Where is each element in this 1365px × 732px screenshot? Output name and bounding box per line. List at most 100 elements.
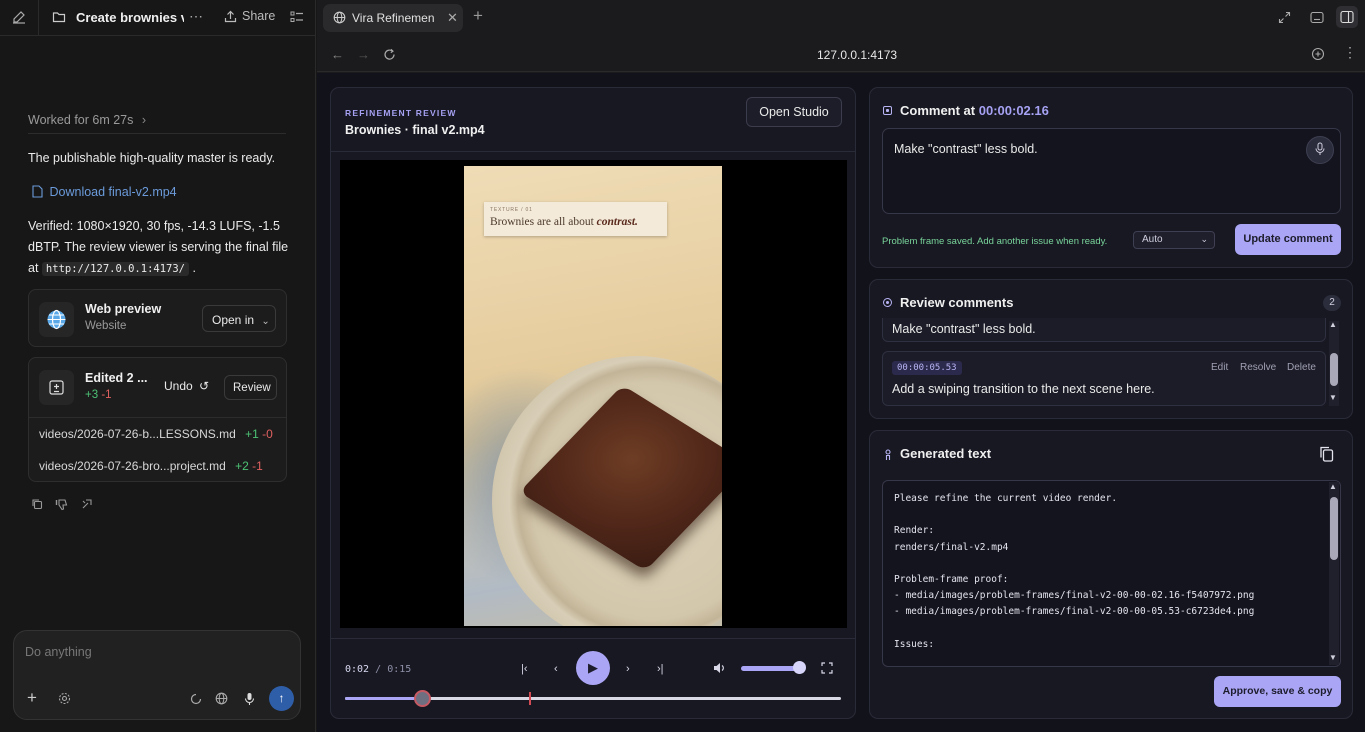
verified-end: . [192, 261, 196, 275]
delete-button[interactable]: Delete [1287, 362, 1316, 373]
comment-text: Make "contrast" less bold. [894, 142, 1038, 156]
comment-item-text: Add a swiping transition to the next sce… [892, 382, 1155, 396]
settings-icon[interactable] [58, 692, 71, 708]
person-icon [883, 449, 893, 464]
scrollbar-thumb[interactable] [1330, 353, 1338, 386]
panel-bottom-icon[interactable] [1310, 11, 1324, 27]
divider [331, 151, 855, 152]
comment-title: Comment at 00:00:02.16 [900, 103, 1049, 118]
navigation-bar: ← → 127.0.0.1:4173 ⋮ [317, 36, 1365, 72]
sidebar-toggle-icon[interactable] [1336, 6, 1358, 28]
globe-icon[interactable] [215, 692, 228, 708]
composer-input[interactable]: Do anything [25, 645, 92, 659]
tab-bar: Vira Refinement ✕ + [317, 0, 1365, 36]
open-in-label: Open in [212, 313, 255, 327]
video-stage[interactable]: TEXTURE / 01 Brownies are all about cont… [340, 160, 847, 628]
time-total: 0:15 [387, 664, 412, 675]
web-preview-card[interactable]: Web preview Website Open in ⌄ [28, 289, 287, 347]
edited-files-card: Edited 2 ... +3 -1 Undo ↺ Review videos/… [28, 357, 287, 482]
skip-end-icon[interactable]: ›| [657, 663, 664, 675]
open-in-button[interactable]: Open in ⌄ [202, 305, 276, 332]
globe-icon [39, 302, 74, 337]
edit-button[interactable]: Edit [1211, 362, 1228, 373]
lines-removed: -1 [252, 459, 263, 473]
scroll-down-icon[interactable]: ▼ [1329, 653, 1337, 662]
scroll-up-icon[interactable]: ▲ [1329, 482, 1337, 491]
time-current: 0:02 [345, 664, 370, 675]
plus-icon[interactable]: + [27, 689, 37, 706]
chevron-down-icon: ⌄ [261, 316, 270, 327]
reload-icon[interactable] [383, 48, 396, 64]
open-studio-button[interactable]: Open Studio [746, 97, 842, 127]
undo-button[interactable]: Undo ↺ [164, 379, 209, 393]
thumbs-down-icon[interactable] [55, 498, 68, 514]
task-list-icon[interactable] [290, 10, 304, 27]
folder-icon [52, 10, 66, 27]
forward-arrow-icon[interactable]: → [357, 48, 370, 62]
update-comment-button[interactable]: Update comment [1235, 224, 1341, 255]
close-icon[interactable]: ✕ [447, 10, 458, 26]
chat-composer[interactable]: Do anything + ↑ [13, 630, 301, 720]
diff-icon [39, 370, 74, 405]
copy-icon[interactable] [31, 498, 43, 513]
worked-duration[interactable]: Worked for 6m 27s › [28, 113, 146, 127]
volume-icon[interactable] [713, 662, 726, 677]
expand-icon[interactable] [1278, 11, 1291, 27]
new-tab-icon[interactable]: + [473, 6, 483, 26]
file-icon [32, 185, 43, 201]
frame-caption-emph: contrast. [596, 216, 638, 228]
comment-item-timestamp[interactable]: 00:00:05.53 [892, 361, 962, 375]
microphone-icon[interactable] [244, 692, 255, 709]
comment-timestamp: 00:00:02.16 [978, 103, 1049, 118]
frame-caption-prefix: Brownies are all about [490, 216, 594, 228]
more-vertical-icon[interactable]: ⋮ [1343, 45, 1357, 59]
seek-knob[interactable] [413, 690, 431, 707]
fullscreen-icon[interactable] [821, 662, 833, 677]
mode-value: Auto [1142, 234, 1163, 245]
approve-save-copy-button[interactable]: Approve, save & copy [1214, 676, 1341, 707]
edited-file-row[interactable]: videos/2026-07-26-bro...project.md +2 -1 [39, 459, 263, 473]
mode-select[interactable]: Auto ⌄ [1133, 231, 1215, 249]
microphone-icon[interactable] [1306, 136, 1334, 164]
volume-knob[interactable] [793, 661, 806, 674]
time-display: 0:02 / 0:15 [345, 664, 411, 675]
comments-list[interactable]: Make "contrast" less bold. 00:00:05.53 E… [882, 318, 1327, 406]
generated-text-box[interactable]: Please refine the current video render. … [882, 480, 1341, 667]
header-divider [38, 0, 39, 36]
resolve-button[interactable]: Resolve [1240, 362, 1276, 373]
conversation-title[interactable]: Create brownies vi [76, 10, 184, 25]
review-button[interactable]: Review [224, 375, 277, 400]
play-icon: ▶ [588, 660, 598, 675]
skip-start-icon[interactable]: |‹ [521, 663, 528, 675]
back-arrow-icon[interactable]: ← [331, 48, 344, 62]
address-bar[interactable]: 127.0.0.1:4173 [817, 48, 897, 62]
file-counts: +1 -0 [245, 427, 273, 441]
frame-caption: TEXTURE / 01 Brownies are all about cont… [484, 202, 667, 236]
step-forward-icon[interactable]: › [626, 663, 630, 675]
video-frame: TEXTURE / 01 Brownies are all about cont… [464, 166, 722, 626]
assistant-message-ready: The publishable high-quality master is r… [28, 151, 276, 165]
new-chat-icon[interactable] [12, 10, 26, 27]
send-button[interactable]: ↑ [269, 686, 294, 711]
chevron-down-icon: ⌄ [1200, 234, 1208, 244]
comment-item[interactable]: 00:00:05.53 Edit Resolve Delete Add a sw… [882, 351, 1326, 406]
step-back-icon[interactable]: ‹ [554, 663, 558, 675]
scrollbar-thumb[interactable] [1330, 497, 1338, 560]
tab-vira-refinement[interactable]: Vira Refinement ✕ [323, 4, 463, 32]
share-button[interactable]: Share [242, 9, 275, 23]
scroll-up-icon[interactable]: ▲ [1329, 320, 1337, 329]
verified-url: http://127.0.0.1:4173/ [41, 262, 189, 276]
fork-icon[interactable] [81, 498, 93, 513]
generated-text-line: Render: [894, 525, 935, 537]
edited-file-row[interactable]: videos/2026-07-26-b...LESSONS.md +1 -0 [39, 427, 273, 441]
arrow-up-icon: ↑ [278, 691, 285, 705]
comment-item[interactable]: Make "contrast" less bold. [882, 318, 1326, 342]
download-link[interactable]: Download final-v2.mp4 [32, 185, 177, 201]
copy-icon[interactable] [1318, 445, 1336, 463]
scroll-down-icon[interactable]: ▼ [1329, 393, 1337, 402]
add-circle-icon[interactable] [1311, 47, 1325, 64]
more-options-icon[interactable]: ⋯ [189, 9, 203, 23]
comment-textarea[interactable]: Make "contrast" less bold. [882, 128, 1341, 214]
comment-marker[interactable] [528, 692, 531, 705]
play-button[interactable]: ▶ [576, 651, 610, 685]
